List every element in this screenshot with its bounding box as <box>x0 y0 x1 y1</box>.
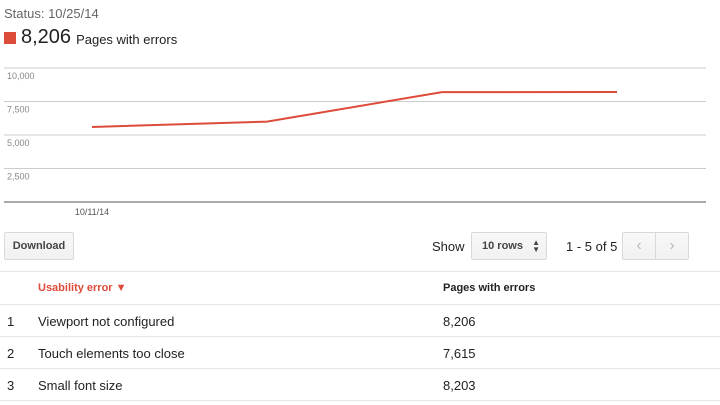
row-index: 2 <box>7 346 15 361</box>
row-error-name: Viewport not configured <box>38 314 175 329</box>
pagination-range: 1 - 5 of 5 <box>566 239 618 254</box>
series-line-pages-with-errors <box>91 91 618 128</box>
row-page-count: 8,203 <box>443 378 476 393</box>
column-header-usability-error[interactable]: Usability error ▼ <box>38 282 127 294</box>
table-row[interactable]: 2 Touch elements too close 7,615 <box>0 337 720 369</box>
x-tick-label: 10/11/14 <box>75 207 109 217</box>
error-count-label: Pages with errors <box>76 32 178 47</box>
legend-swatch-icon <box>4 31 16 44</box>
next-page-button[interactable]: › <box>655 232 689 260</box>
previous-page-button[interactable]: ‹ <box>622 232 656 260</box>
usability-errors-table: Usability error ▼ Pages with errors 1 Vi… <box>0 271 720 401</box>
row-index: 1 <box>7 314 15 329</box>
rows-per-page-select[interactable]: 10 rows ▲ ▼ <box>471 232 547 260</box>
select-arrows-icon: ▲ ▼ <box>532 238 540 254</box>
chevron-right-icon: › <box>669 237 675 254</box>
chevron-left-icon: ‹ <box>636 237 642 254</box>
error-count: 8,206 <box>21 26 72 48</box>
row-error-name: Small font size <box>38 378 123 393</box>
status-date: Status: 10/25/14 <box>4 6 99 21</box>
table-row[interactable]: 3 Small font size 8,203 <box>0 369 720 401</box>
y-tick-label: 5,000 <box>7 138 30 148</box>
column-header-pages-with-errors[interactable]: Pages with errors <box>443 282 535 294</box>
errors-line-chart: 10,000 7,500 5,000 2,500 10/11/14 <box>4 67 706 217</box>
y-tick-label: 7,500 <box>7 105 30 115</box>
row-page-count: 8,206 <box>443 314 476 329</box>
show-label: Show <box>432 239 465 254</box>
error-summary: 8,206 Pages with errors <box>4 26 177 49</box>
download-button[interactable]: Download <box>4 232 74 260</box>
table-header: Usability error ▼ Pages with errors <box>0 271 720 305</box>
row-index: 3 <box>7 378 15 393</box>
table-row[interactable]: 1 Viewport not configured 8,206 <box>0 305 720 337</box>
row-page-count: 7,615 <box>443 346 476 361</box>
rows-per-page-value: 10 rows <box>482 240 523 252</box>
row-error-name: Touch elements too close <box>38 346 185 361</box>
y-tick-label: 10,000 <box>7 71 35 81</box>
y-tick-label: 2,500 <box>7 172 30 182</box>
